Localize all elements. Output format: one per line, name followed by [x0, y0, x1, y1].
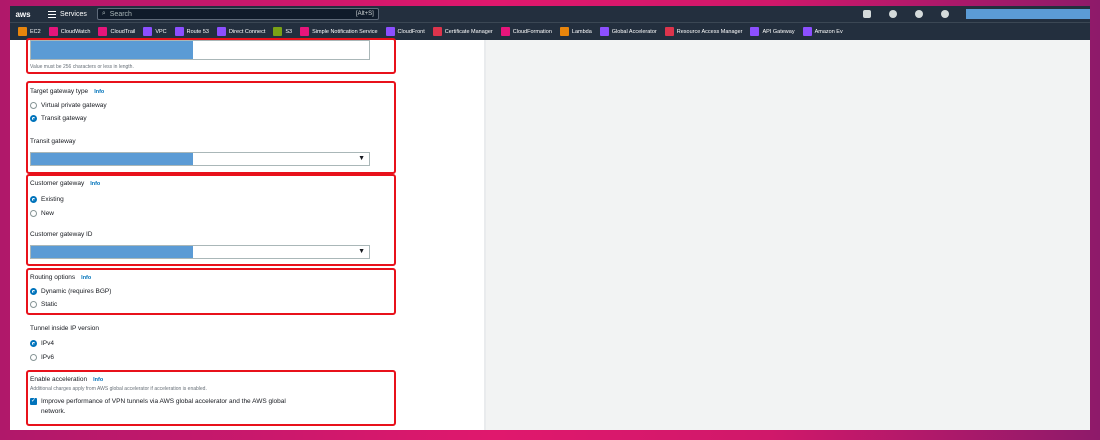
radio-label: IPv6 — [41, 354, 55, 361]
browser-frame: aws Services ⌕ Search [Alt+S] EC2 CloudWa… — [10, 6, 1090, 430]
service-icon — [559, 27, 569, 36]
radio-button[interactable] — [30, 354, 37, 361]
favorite-item[interactable]: Global Accelerator — [599, 27, 657, 36]
favorite-label: Resource Access Manager — [676, 28, 743, 35]
favorite-label: S3 — [285, 28, 293, 35]
highlight-box-routing-options — [26, 268, 396, 315]
cloudshell-icon[interactable] — [863, 10, 871, 18]
favorite-label: Simple Notification Service — [312, 28, 378, 35]
service-icon — [48, 27, 58, 36]
radio-ipv4[interactable]: IPv4 — [30, 340, 54, 347]
favorite-item[interactable]: Simple Notification Service — [300, 27, 378, 36]
service-icon — [174, 27, 184, 36]
service-icon — [18, 27, 27, 36]
favorite-label: Amazon Ev — [814, 28, 843, 35]
favorite-label: Global Accelerator — [611, 28, 657, 35]
favorite-label: API Gateway — [762, 28, 795, 35]
favorite-label: Route 53 — [186, 28, 209, 35]
service-icon — [750, 27, 760, 36]
services-button[interactable]: Services — [48, 6, 87, 22]
top-navigation: aws Services ⌕ Search [Alt+S] — [10, 6, 1090, 22]
favorite-item[interactable]: Certificate Manager — [432, 27, 493, 36]
service-icon — [143, 27, 153, 36]
favorite-item[interactable]: API Gateway — [750, 27, 795, 36]
favorite-item[interactable]: CloudTrail — [98, 27, 135, 36]
search-input[interactable]: ⌕ Search [Alt+S] — [96, 8, 379, 20]
notifications-icon[interactable] — [889, 10, 897, 18]
favorite-item[interactable]: Lambda — [559, 27, 592, 36]
services-label: Services — [60, 10, 87, 18]
search-icon: ⌕ — [101, 10, 106, 17]
services-menu-icon — [48, 10, 56, 18]
favorite-label: CloudTrail — [110, 28, 136, 35]
service-icon — [300, 27, 310, 36]
service-icon — [216, 27, 226, 36]
favorite-label: CloudFront — [397, 28, 425, 35]
radio-label: IPv4 — [41, 340, 55, 347]
favorite-label: CloudWatch — [60, 28, 91, 35]
favorite-item[interactable]: CloudFormation — [500, 27, 552, 36]
highlight-box-name-tag — [26, 38, 396, 74]
favorite-label: Direct Connect — [228, 28, 266, 35]
favorite-item[interactable]: Route 53 — [174, 27, 209, 36]
service-icon — [599, 27, 609, 36]
search-shortcut: [Alt+S] — [356, 11, 374, 17]
service-icon — [385, 27, 395, 36]
favorite-label: VPC — [155, 28, 167, 35]
tunnel-ip-version-label: Tunnel inside IP version — [30, 325, 100, 332]
help-icon[interactable] — [915, 10, 923, 18]
aws-logo[interactable]: aws — [10, 6, 36, 22]
radio-ipv6[interactable]: IPv6 — [30, 354, 54, 361]
favorite-label: Lambda — [571, 28, 592, 35]
account-menu-redacted[interactable] — [966, 9, 1090, 19]
highlight-box-target-gateway — [26, 81, 396, 174]
service-icon — [664, 27, 674, 36]
nav-icon-group — [863, 6, 949, 22]
favorite-label: EC2 — [30, 28, 41, 35]
radio-button-selected[interactable] — [30, 340, 37, 347]
favorite-label: Certificate Manager — [444, 28, 493, 35]
highlight-box-acceleration — [26, 370, 396, 426]
favorite-item[interactable]: Resource Access Manager — [664, 27, 743, 36]
favorite-label: CloudFormation — [512, 28, 552, 35]
favorite-item[interactable]: EC2 — [18, 27, 41, 36]
help-panel — [486, 40, 1090, 430]
service-icon — [98, 27, 108, 36]
favorite-item[interactable]: Amazon Ev — [802, 27, 843, 36]
vpn-connection-form: Value must be 256 characters or less in … — [10, 38, 486, 430]
favorite-item[interactable]: CloudWatch — [48, 27, 91, 36]
favorite-item[interactable]: S3 — [273, 27, 292, 36]
service-icon — [802, 27, 812, 36]
service-icon — [500, 27, 510, 36]
settings-icon[interactable] — [941, 10, 949, 18]
favorite-item[interactable]: Direct Connect — [216, 27, 266, 36]
service-icon — [432, 27, 442, 36]
favorite-item[interactable]: CloudFront — [385, 27, 425, 36]
favorite-item[interactable]: VPC — [143, 27, 167, 36]
service-icon — [273, 27, 283, 36]
search-placeholder: Search — [109, 10, 132, 18]
highlight-box-customer-gateway — [26, 174, 396, 266]
